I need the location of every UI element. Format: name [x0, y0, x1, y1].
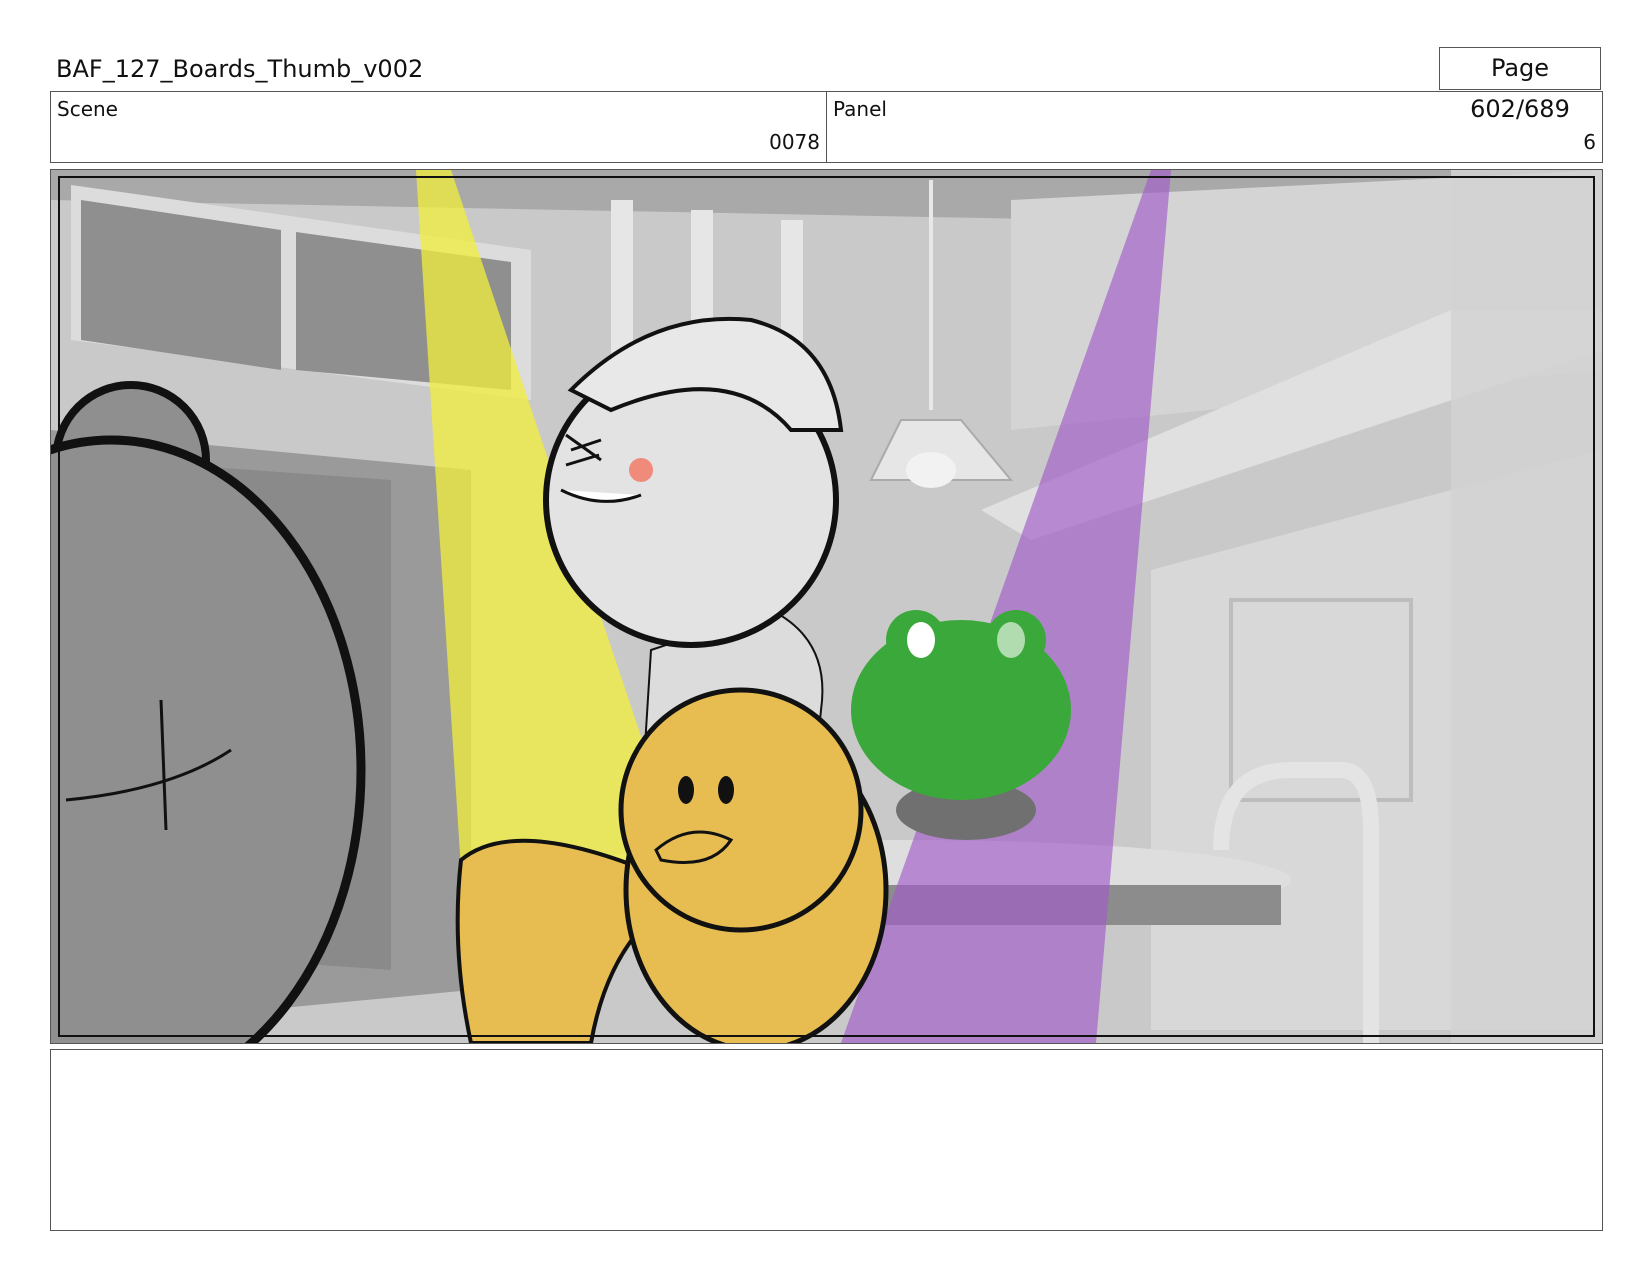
- white-character-blush: [629, 458, 653, 482]
- scene-label: Scene: [57, 97, 118, 121]
- document-title: BAF_127_Boards_Thumb_v002: [56, 55, 424, 83]
- scene-panel-row: Scene 0078 Panel 6: [50, 91, 1603, 163]
- storyboard-frame: [50, 169, 1603, 1044]
- frog-eye-white-left: [907, 622, 935, 658]
- duck-eye-right: [718, 776, 734, 804]
- page-number: Page 602/689: [1439, 47, 1601, 123]
- scene-cell: Scene 0078: [51, 92, 826, 162]
- scene-value: 0078: [769, 130, 820, 154]
- lamp-bulb: [906, 452, 956, 488]
- panel-label: Panel: [833, 97, 887, 121]
- right-margin-overlay: [1451, 170, 1602, 1043]
- duck-eye-left: [678, 776, 694, 804]
- window-pane-left: [81, 200, 281, 370]
- frog-eye-white-right: [997, 622, 1025, 658]
- storyboard-drawing: [51, 170, 1602, 1043]
- panel-value: 6: [1583, 130, 1596, 154]
- notes-area[interactable]: [50, 1049, 1603, 1231]
- panel-cell: Panel 6: [826, 92, 1602, 162]
- duck-head: [618, 687, 864, 933]
